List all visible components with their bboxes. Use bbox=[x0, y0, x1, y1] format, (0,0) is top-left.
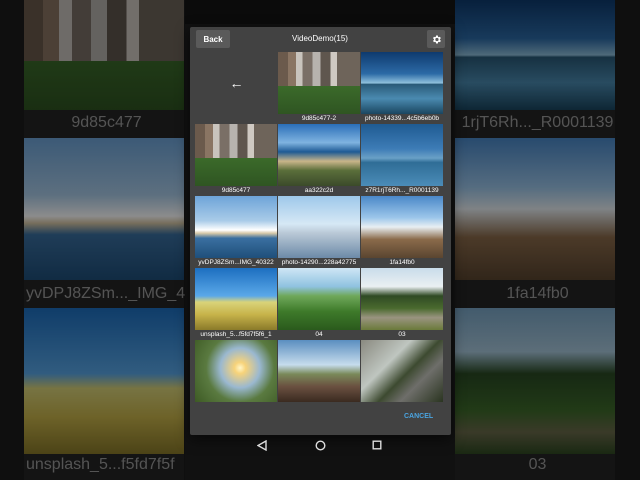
grid-item[interactable]: 9d85c477 bbox=[195, 124, 278, 196]
thumbnail-caption: photo-14339...4c5b6eb0b bbox=[364, 115, 440, 122]
grid-item[interactable] bbox=[361, 340, 444, 404]
back-button[interactable]: Back bbox=[196, 30, 230, 48]
arrow-left-icon: ← bbox=[229, 75, 244, 91]
thumbnail-caption: 04 bbox=[315, 331, 323, 338]
grid-item[interactable]: photo-14290...228a42775 bbox=[278, 196, 361, 268]
thumbnail-caption: 9d85c477 bbox=[221, 187, 251, 194]
file-picker-dialog: Back VideoDemo(15) ← 9d85c477-2 photo-14… bbox=[190, 27, 451, 435]
thumbnail-image bbox=[361, 124, 443, 186]
thumbnail-caption: z7R1rjT6Rh..._R0001139 bbox=[365, 187, 439, 194]
thumbnail-caption: 9d85c477-2 bbox=[301, 115, 337, 122]
dialog-title: VideoDemo(15) bbox=[292, 34, 348, 43]
gear-icon bbox=[432, 35, 441, 43]
triangle-back-icon bbox=[257, 439, 267, 451]
thumbnail-image bbox=[195, 340, 277, 402]
thumbnail-caption: yvDPJ8ZSm...IMG_40322 bbox=[198, 259, 274, 266]
nav-recents-button[interactable] bbox=[370, 438, 384, 452]
cancel-button[interactable]: CANCEL bbox=[404, 413, 433, 420]
grid-item[interactable]: 9d85c477-2 bbox=[278, 52, 361, 124]
system-navigation-bar bbox=[185, 430, 455, 460]
thumbnail-caption: aa322c2d bbox=[304, 187, 334, 194]
grid-item[interactable]: unsplash_5...f5fd7f5f6_1 bbox=[195, 268, 278, 340]
grid-item[interactable]: 04 bbox=[278, 268, 361, 340]
circle-home-icon bbox=[314, 439, 326, 451]
dialog-header: Back VideoDemo(15) bbox=[190, 27, 451, 51]
thumbnail-caption: unsplash_5...f5fd7f5f6_1 bbox=[200, 331, 272, 338]
nav-home-button[interactable] bbox=[313, 438, 327, 452]
thumbnail-caption: 03 bbox=[398, 331, 406, 338]
grid-item[interactable]: 03 bbox=[361, 268, 444, 340]
thumbnail-image bbox=[278, 124, 360, 186]
thumbnail-image bbox=[361, 340, 443, 402]
up-directory-item[interactable]: ← bbox=[195, 52, 278, 124]
thumbnail-image bbox=[361, 52, 443, 114]
thumbnail-image bbox=[195, 268, 277, 330]
grid-item[interactable]: z7R1rjT6Rh..._R0001139 bbox=[361, 124, 444, 196]
thumbnail-image bbox=[278, 268, 360, 330]
thumbnail-caption: photo-14290...228a42775 bbox=[281, 259, 357, 266]
status-bar bbox=[185, 0, 455, 24]
grid-item[interactable]: aa322c2d bbox=[278, 124, 361, 196]
thumbnail-image bbox=[278, 340, 360, 402]
thumbnail-caption: 1fa14fb0 bbox=[389, 259, 415, 266]
nav-back-button[interactable] bbox=[255, 438, 269, 452]
square-recents-icon bbox=[372, 440, 382, 450]
settings-button[interactable] bbox=[427, 30, 445, 48]
thumbnail-image bbox=[195, 196, 277, 258]
grid-item[interactable] bbox=[195, 340, 278, 404]
grid-item[interactable]: photo-14339...4c5b6eb0b bbox=[361, 52, 444, 124]
thumbnail-image bbox=[195, 124, 277, 186]
thumbnail-grid: ← 9d85c477-2 photo-14339...4c5b6eb0b 9d8… bbox=[195, 52, 445, 404]
thumbnail-image bbox=[278, 196, 360, 258]
thumbnail-image bbox=[361, 268, 443, 330]
grid-item[interactable] bbox=[278, 340, 361, 404]
grid-item[interactable]: 1fa14fb0 bbox=[361, 196, 444, 268]
thumbnail-image bbox=[361, 196, 443, 258]
thumbnail-image bbox=[278, 52, 360, 114]
grid-item[interactable]: yvDPJ8ZSm...IMG_40322 bbox=[195, 196, 278, 268]
